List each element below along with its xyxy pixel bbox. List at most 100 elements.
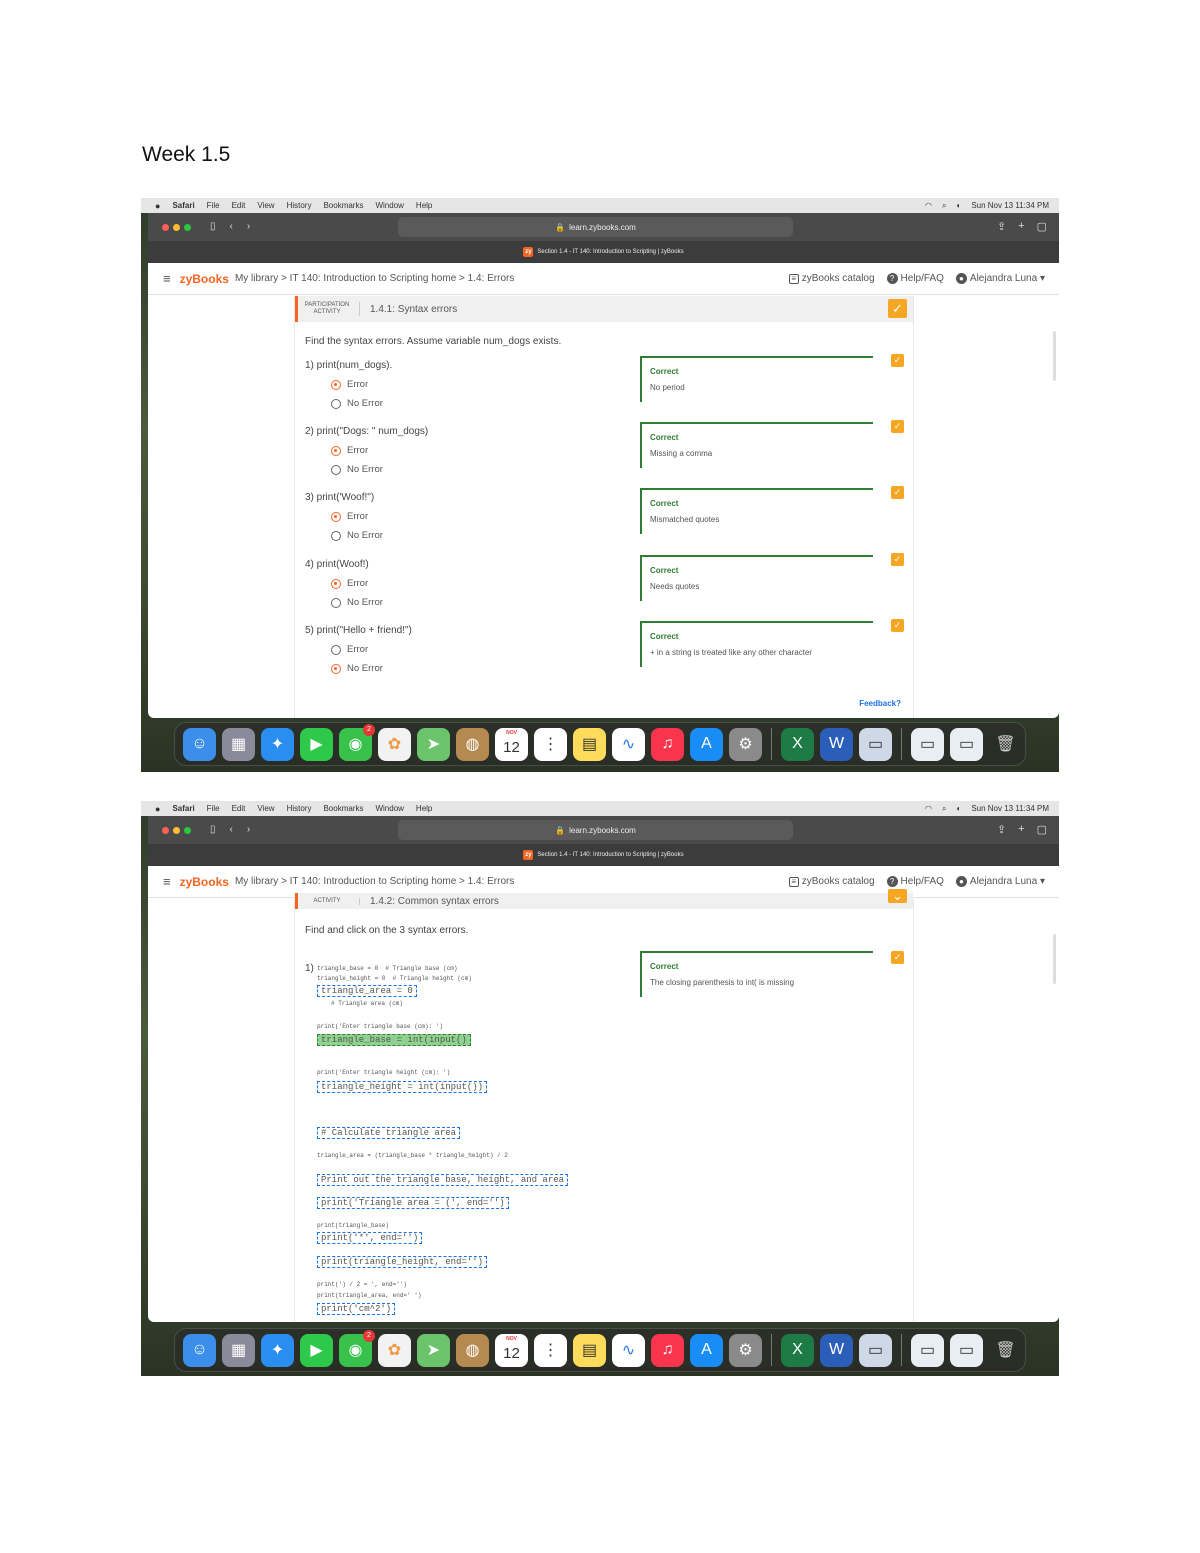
help-link[interactable]: ? Help/FAQ [886, 876, 944, 887]
code-line[interactable]: print(triangle_height, end='') [317, 1256, 488, 1268]
option-error[interactable]: Error [331, 445, 428, 456]
code-line[interactable]: print(triangle_area, end=' ') [317, 1292, 421, 1299]
option-no-error[interactable]: No Error [331, 597, 383, 608]
new-tab-icon[interactable]: + [1018, 220, 1024, 233]
scrollbar[interactable] [1053, 934, 1056, 984]
back-icon[interactable]: ‹ [230, 221, 233, 232]
close-icon[interactable] [162, 224, 169, 231]
catalog-link[interactable]: ≡ zyBooks catalog [788, 876, 875, 887]
menu-file[interactable]: File [207, 804, 220, 813]
minimize-icon[interactable] [173, 224, 180, 231]
code-line[interactable]: print('*', end='') [317, 1232, 423, 1244]
share-icon[interactable]: ⇪ [997, 220, 1006, 233]
radio-icon[interactable] [331, 464, 341, 475]
breadcrumb[interactable]: My library > IT 140: Introduction to Scr… [235, 876, 514, 887]
menu-view[interactable]: View [257, 804, 274, 813]
zybooks-logo[interactable]: zyBooks [180, 272, 229, 286]
menu-app-name[interactable]: Safari [172, 804, 194, 813]
app-store-icon[interactable]: A [690, 1333, 723, 1367]
code-line[interactable]: triangle_area = (triangle_base * triangl… [317, 1152, 508, 1159]
code-line[interactable]: print('cm^2') [317, 1303, 396, 1315]
menu-edit[interactable]: Edit [232, 804, 246, 813]
menu-bookmarks[interactable]: Bookmarks [323, 201, 363, 210]
screenshot-icon[interactable]: ▭ [911, 1333, 944, 1367]
breadcrumb[interactable]: My library > IT 140: Introduction to Scr… [235, 273, 514, 284]
calendar-icon[interactable]: NOV 12 [495, 727, 528, 761]
radio-selected-icon[interactable] [331, 578, 341, 589]
messages-icon[interactable]: ◉ 2 [339, 1329, 375, 1367]
finder-icon[interactable]: ☺ [183, 727, 216, 761]
code-line[interactable]: triangle_height = 0 # Triangle height (c… [317, 975, 472, 982]
option-no-error[interactable]: No Error [331, 530, 383, 541]
search-icon[interactable]: ⌕ [942, 804, 946, 814]
code-line[interactable]: triangle_height = int(input()) [317, 1081, 488, 1093]
system-settings-icon[interactable]: ⚙ [729, 1333, 762, 1367]
tabs-overview-icon[interactable]: ▢ [1037, 823, 1047, 836]
forward-icon[interactable]: › [247, 221, 250, 232]
address-bar[interactable]: 🔒 learn.zybooks.com [398, 820, 793, 840]
wifi-icon[interactable]: ◠ [925, 201, 932, 210]
menu-file[interactable]: File [207, 201, 220, 210]
excel-icon[interactable]: X [781, 727, 814, 761]
launchpad-icon[interactable]: ▦ [222, 1333, 255, 1367]
feedback-link[interactable]: Feedback? [859, 699, 901, 708]
control-center-icon[interactable]: ◐ [956, 201, 961, 210]
option-no-error[interactable]: No Error [331, 398, 392, 409]
code-line[interactable]: print('Enter triangle height (cm): ') [317, 1069, 450, 1076]
zybooks-logo[interactable]: zyBooks [180, 875, 229, 889]
scrollbar[interactable] [1053, 331, 1056, 381]
code-line[interactable]: print(triangle_base) [317, 1222, 389, 1229]
option-error[interactable]: Error [331, 511, 383, 522]
contacts-icon[interactable]: ◍ [456, 1333, 489, 1367]
user-menu[interactable]: ● Alejandra Luna ▾ [955, 273, 1045, 284]
freeform-icon[interactable]: ∿ [612, 1333, 645, 1367]
menu-history[interactable]: History [287, 201, 312, 210]
trash-icon[interactable]: 🗑 [989, 1334, 1022, 1367]
address-bar[interactable]: 🔒 learn.zybooks.com [398, 217, 793, 237]
safari-icon[interactable]: ✦ [261, 1333, 294, 1367]
freeform-icon[interactable]: ∿ [612, 727, 645, 761]
screenshot-icon[interactable]: ▭ [911, 727, 944, 761]
radio-selected-icon[interactable] [331, 379, 341, 390]
menu-bookmarks[interactable]: Bookmarks [323, 804, 363, 813]
maps-icon[interactable]: ➤ [417, 727, 450, 761]
tab-title[interactable]: Section 1.4 - IT 140: Introduction to Sc… [537, 852, 683, 858]
menubar-clock[interactable]: Sun Nov 13 11:34 PM [971, 804, 1049, 813]
word-icon[interactable]: W [820, 727, 853, 761]
system-settings-icon[interactable]: ⚙ [729, 727, 762, 761]
close-icon[interactable] [162, 827, 169, 834]
code-line[interactable]: Print out the triangle base, height, and… [317, 1174, 569, 1186]
option-error[interactable]: Error [331, 578, 383, 589]
screenshot-icon[interactable]: ▭ [950, 727, 983, 761]
new-tab-icon[interactable]: + [1018, 823, 1024, 836]
wifi-icon[interactable]: ◠ [925, 804, 932, 813]
calendar-icon[interactable]: NOV 12 [495, 1333, 528, 1367]
menu-icon[interactable]: ≡ [163, 874, 171, 889]
menu-help[interactable]: Help [416, 201, 432, 210]
catalog-link[interactable]: ≡ zyBooks catalog [788, 273, 875, 284]
safari-icon[interactable]: ✦ [261, 727, 294, 761]
facetime-icon[interactable]: ▶ [300, 727, 333, 761]
menu-icon[interactable]: ≡ [163, 271, 171, 286]
radio-selected-icon[interactable] [331, 663, 341, 674]
option-no-error[interactable]: No Error [331, 663, 412, 674]
messages-icon[interactable]: ◉ 2 [339, 723, 375, 761]
preview-icon[interactable]: ▭ [859, 727, 892, 761]
code-line[interactable]: print('Enter triangle base (cm): ') [317, 1023, 443, 1030]
launchpad-icon[interactable]: ▦ [222, 727, 255, 761]
zoom-icon[interactable] [184, 827, 191, 834]
search-icon[interactable]: ⌕ [942, 201, 946, 211]
menu-view[interactable]: View [257, 201, 274, 210]
sidebar-icon[interactable]: ▯ [210, 824, 216, 835]
preview-icon[interactable]: ▭ [859, 1333, 892, 1367]
code-line[interactable]: print('Triangle area = (', end='') [317, 1197, 509, 1209]
maps-icon[interactable]: ➤ [417, 1333, 450, 1367]
menubar-clock[interactable]: Sun Nov 13 11:34 PM [971, 201, 1049, 210]
option-no-error[interactable]: No Error [331, 464, 428, 475]
music-icon[interactable]: ♫ [651, 1333, 684, 1367]
zoom-icon[interactable] [184, 224, 191, 231]
notes-icon[interactable]: ▤ [573, 1333, 606, 1367]
finder-icon[interactable]: ☺ [183, 1333, 216, 1367]
photos-icon[interactable]: ✿ [378, 1333, 411, 1367]
menu-edit[interactable]: Edit [232, 201, 246, 210]
